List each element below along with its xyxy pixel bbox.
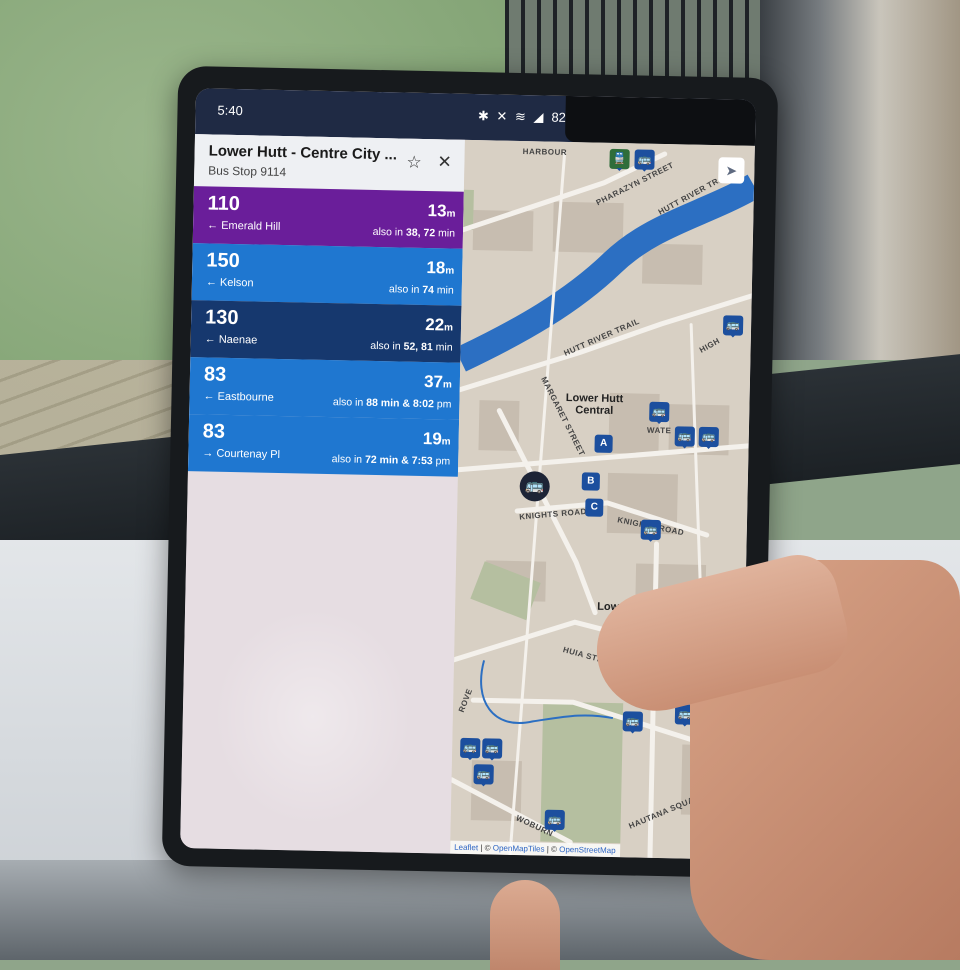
- also-prefix: also in: [370, 339, 404, 353]
- route-row[interactable]: 130 ← Naenae 22m also in 52, 81 min: [190, 300, 462, 363]
- train-station-icon[interactable]: 🚆: [609, 148, 630, 170]
- route-number: 83: [202, 420, 226, 443]
- favorite-star-icon[interactable]: ☆: [406, 153, 422, 173]
- bus-stop-icon[interactable]: 🚌: [622, 711, 644, 732]
- attribution-separator: | ©: [544, 844, 560, 854]
- bus-stop-icon[interactable]: 🚌: [544, 809, 565, 831]
- foldable-phone: 5:40 ✱ ✕ ≋ ◢ 82% Lower Hutt - Centre Cit…: [161, 65, 779, 879]
- route-later-departures: also in 88 min & 8:02 pm: [333, 396, 452, 410]
- also-times: 74: [422, 283, 435, 297]
- also-prefix: also in: [372, 225, 407, 239]
- route-later-departures: also in 74 min: [389, 283, 454, 296]
- also-suffix: pm: [433, 398, 452, 411]
- bus-stop-icon[interactable]: 🚌: [460, 737, 481, 759]
- street-label-harbour: HARBOUR: [522, 147, 568, 157]
- stop-number: Bus Stop 9114: [208, 163, 287, 180]
- bus-stop-icon[interactable]: 🚌: [473, 764, 494, 785]
- route-next-departure: 13m: [427, 201, 455, 222]
- attribution-separator: | ©: [478, 843, 493, 853]
- route-minutes-unit: m: [443, 322, 454, 334]
- place-label-lower-hutt-central: Lower Hutt Central: [565, 391, 624, 417]
- route-row[interactable]: 150 ← Kelson 18m also in 74 min: [191, 243, 463, 306]
- route-next-departure: 37m: [424, 372, 452, 393]
- leaflet-link[interactable]: Leaflet: [454, 843, 478, 853]
- also-times: 52, 81: [403, 340, 433, 354]
- route-minutes-unit: m: [446, 208, 456, 220]
- also-suffix: pm: [432, 455, 451, 468]
- route-later-departures: also in 38, 72 min: [373, 226, 456, 240]
- openmaptiles-link[interactable]: OpenMapTiles: [493, 844, 545, 854]
- route-number: 130: [204, 306, 239, 330]
- also-suffix: min: [432, 341, 453, 354]
- bus-stop-icon[interactable]: 🚌: [634, 149, 655, 170]
- stop-marker-a[interactable]: A: [594, 434, 613, 453]
- bus-stop-icon[interactable]: 🚌: [698, 426, 719, 448]
- route-number: 110: [207, 192, 241, 216]
- also-prefix: also in: [388, 283, 423, 296]
- also-suffix: min: [433, 284, 454, 297]
- route-row[interactable]: 83 ← Eastbourne 37m also in 88 min & 8:02 p…: [189, 357, 461, 420]
- phone-screen: 5:40 ✱ ✕ ≋ ◢ 82% Lower Hutt - Centre Cit…: [180, 88, 756, 860]
- bus-stop-icon[interactable]: 🚌: [482, 738, 503, 759]
- route-destination: ← Kelson: [205, 276, 254, 290]
- locate-me-icon[interactable]: ➤: [718, 157, 745, 184]
- also-times: 38, 72: [405, 226, 436, 240]
- bus-stop-icon[interactable]: 🚌: [640, 519, 662, 541]
- route-next-departure: 18m: [426, 258, 454, 279]
- route-minutes-unit: m: [442, 379, 452, 391]
- route-row[interactable]: 110 ← Emerald Hill 13m also in 38, 72 min: [192, 186, 464, 249]
- also-times: 72 min & 7:53: [364, 453, 433, 468]
- openstreetmap-link[interactable]: OpenStreetMap: [559, 845, 616, 855]
- bus-stop-icon[interactable]: 🚌: [722, 315, 744, 336]
- stop-title: Lower Hutt - Centre City ...: [208, 142, 398, 164]
- route-destination: ← Naenae: [204, 333, 258, 347]
- route-next-departure: 22m: [425, 315, 453, 336]
- route-minutes: 22: [425, 315, 445, 335]
- route-minutes: 19: [422, 429, 442, 449]
- route-row[interactable]: 83 → Courtenay Pl 19m also in 72 min & 7:53…: [187, 414, 460, 477]
- route-later-departures: also in 52, 81 min: [370, 340, 453, 354]
- camera-notch: [564, 95, 756, 146]
- route-number: 150: [206, 249, 240, 273]
- stop-header: Lower Hutt - Centre City ... Bus Stop 91…: [193, 134, 465, 192]
- route-later-departures: also in 72 min & 7:53 pm: [332, 453, 451, 467]
- stop-marker-c[interactable]: C: [585, 498, 604, 517]
- route-minutes-unit: m: [441, 436, 451, 448]
- stop-marker-b[interactable]: B: [581, 472, 601, 491]
- window-wall: [760, 0, 960, 360]
- also-times: 88 min & 8:02: [366, 396, 435, 411]
- departures-panel: Lower Hutt - Centre City ... Bus Stop 91…: [180, 134, 465, 854]
- finger: [490, 880, 560, 970]
- bus-stop-icon[interactable]: 🚌: [674, 426, 695, 447]
- close-icon[interactable]: ✕: [437, 152, 452, 172]
- route-destination: ← Eastbourne: [203, 390, 274, 404]
- route-next-departure: 19m: [423, 429, 451, 450]
- status-icons: ✱ ✕ ≋ ◢: [477, 108, 546, 125]
- route-minutes: 13: [427, 201, 447, 221]
- screen-glare: [210, 604, 416, 829]
- also-prefix: also in: [332, 396, 367, 409]
- route-minutes-unit: m: [445, 265, 455, 277]
- status-time: 5:40: [217, 102, 243, 119]
- route-minutes: 37: [423, 372, 444, 392]
- map-attribution: Leaflet | © OpenMapTiles | © OpenStreetM…: [450, 840, 620, 858]
- also-suffix: min: [435, 227, 456, 240]
- route-destination: → Courtenay Pl: [202, 447, 281, 462]
- route-minutes: 18: [426, 258, 446, 278]
- bus-stop-icon[interactable]: 🚌: [649, 401, 670, 423]
- route-number: 83: [203, 363, 227, 386]
- also-prefix: also in: [331, 453, 366, 466]
- street-label-waterloo: WATE: [646, 425, 672, 436]
- route-destination: ← Emerald Hill: [206, 219, 281, 233]
